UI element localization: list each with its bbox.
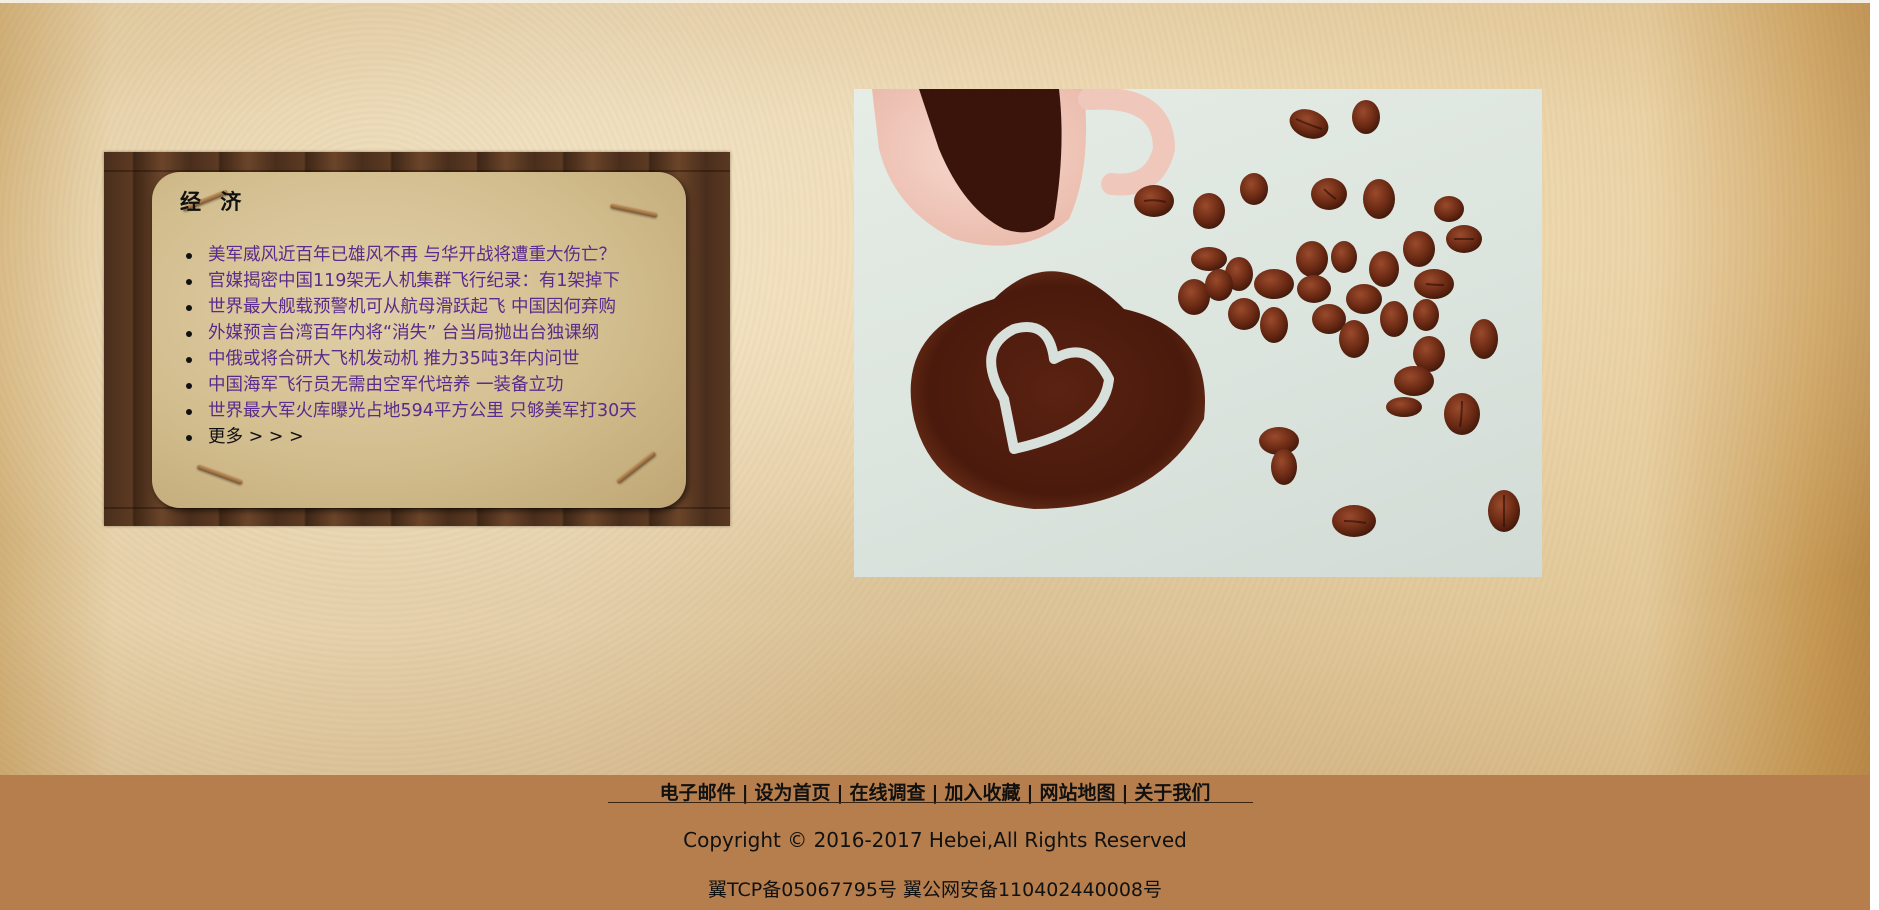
list-item: 中国海军飞行员无需由空军代培养 一装备立功 xyxy=(186,372,706,398)
list-item: 中俄或将合研大飞机发动机 推力35吨3年内问世 xyxy=(186,346,706,372)
footer-link-favorites[interactable]: 加入收藏 xyxy=(944,782,1020,804)
list-item: 世界最大舰载预警机可从航母滑跃起飞 中国因何弃购 xyxy=(186,294,706,320)
footer: 电子邮件 | 设为首页 | 在线调查 | 加入收藏 | 网站地图 | 关于我们 Copyright … xyxy=(0,775,1870,910)
footer-links: 电子邮件 | 设为首页 | 在线调查 | 加入收藏 | 网站地图 | 关于我们 xyxy=(0,775,1870,811)
news-link[interactable]: 美军威风近百年已雄风不再 与华开战将遭重大伤亡？ xyxy=(208,245,616,265)
news-link[interactable]: 中国海军飞行员无需由空军代培养 一装备立功 xyxy=(208,375,564,395)
list-item: 美军威风近百年已雄风不再 与华开战将遭重大伤亡？ xyxy=(186,242,706,268)
icp-registration: 翼TCP备05067795号 翼公网安备110402440008号 xyxy=(707,879,1163,901)
list-item: 官媒揭密中国119架无人机集群飞行纪录：有1架掉下 xyxy=(186,268,706,294)
news-link[interactable]: 世界最大军火库曝光占地594平方公里 只够美军打30天 xyxy=(208,401,637,421)
right-margin xyxy=(1870,0,1879,910)
news-link[interactable]: 中俄或将合研大飞机发动机 推力35吨3年内问世 xyxy=(208,349,579,369)
footer-separator: | xyxy=(836,782,844,804)
footer-separator: | xyxy=(1026,782,1034,804)
coffee-illustration xyxy=(872,89,1520,537)
footer-separator: | xyxy=(931,782,939,804)
list-item: 外媒预言台湾百年内将“消失” 台当局抛出台独课纲 xyxy=(186,320,706,346)
footer-separator: | xyxy=(1121,782,1129,804)
news-list: 美军威风近百年已雄风不再 与华开战将遭重大伤亡？ 官媒揭密中国119架无人机集群… xyxy=(186,242,706,450)
more-link[interactable]: 更多 > > > xyxy=(208,427,304,447)
news-link[interactable]: 外媒预言台湾百年内将“消失” 台当局抛出台独课纲 xyxy=(208,323,599,343)
footer-link-survey[interactable]: 在线调查 xyxy=(850,782,926,804)
footer-divider xyxy=(608,802,1253,803)
news-section-title: 经 济 xyxy=(180,190,248,214)
news-board: 经 济 美军威风近百年已雄风不再 与华开战将遭重大伤亡？ 官媒揭密中国119架无… xyxy=(104,152,730,526)
footer-link-email[interactable]: 电子邮件 xyxy=(660,782,736,804)
list-item: 更多 > > > xyxy=(186,424,706,450)
list-item: 世界最大军火库曝光占地594平方公里 只够美军打30天 xyxy=(186,398,706,424)
footer-link-about[interactable]: 关于我们 xyxy=(1134,782,1210,804)
top-border xyxy=(0,0,1870,3)
footer-separator: | xyxy=(741,782,749,804)
coffee-image xyxy=(854,89,1542,577)
copyright-text: Copyright © 2016-2017 Hebei,All Rights R… xyxy=(683,828,1187,852)
footer-link-homepage[interactable]: 设为首页 xyxy=(755,782,831,804)
footer-link-sitemap[interactable]: 网站地图 xyxy=(1039,782,1115,804)
news-link[interactable]: 世界最大舰载预警机可从航母滑跃起飞 中国因何弃购 xyxy=(208,297,616,317)
news-link[interactable]: 官媒揭密中国119架无人机集群飞行纪录：有1架掉下 xyxy=(208,271,620,291)
